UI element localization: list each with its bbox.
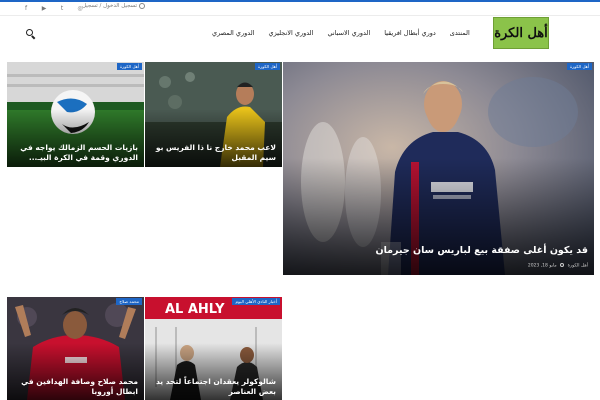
logo-text: أهل الكرة xyxy=(494,25,548,41)
article-category-badge[interactable]: أهل الكورة xyxy=(254,63,280,70)
facebook-icon[interactable]: f xyxy=(22,4,30,12)
nav-item-english-league[interactable]: الدوري الانجليزي xyxy=(262,27,321,39)
login-link[interactable]: تسجيل الدخول / تسجيل xyxy=(82,3,146,9)
social-links: f ▶ t ◎ xyxy=(22,4,84,12)
featured-overlay xyxy=(283,157,594,275)
article-title[interactable]: محمد صلاح وصافة الهدافين في ابطال أوروبا xyxy=(11,377,138,396)
article-title[interactable]: لاعب محمد خارج نا ذا الفريس بو سيم المقب… xyxy=(149,143,276,162)
svg-text:AL AHLY: AL AHLY xyxy=(165,302,225,317)
login-label: تسجيل الدخول / تسجيل xyxy=(82,3,138,9)
featured-title[interactable]: قد يكون أغلى صفقة بيع لباريس سان جيرمان xyxy=(287,245,589,257)
article-card[interactable]: أهل الكورة لاعب محمد خارج نا ذا الفريس ب… xyxy=(145,62,282,167)
article-card[interactable]: أهل الكورة بازيات الحسم الزمالك يواجه في… xyxy=(7,62,144,167)
article-title[interactable]: بازيات الحسم الزمالك يواجه في الدوري وقم… xyxy=(11,143,138,162)
article-card[interactable]: محمد صلاح محمد صلاح وصافة الهدافين في اب… xyxy=(7,297,144,400)
featured-date: مايو 18, 2023 xyxy=(527,263,557,268)
featured-meta: أهل الكورة مايو 18, 2023 xyxy=(527,262,588,268)
search-icon[interactable] xyxy=(26,29,36,40)
nav-item-egyptian-league[interactable]: الدوري المصري xyxy=(205,27,262,39)
nav-item-caf-champions[interactable]: دوري أبطال افريقيا xyxy=(377,27,443,39)
top-bar: f ▶ t ◎ تسجيل الدخول / تسجيل xyxy=(0,2,600,16)
article-card[interactable]: AL AHLY أخبار النادي الأهلي اليوم شالوكو… xyxy=(145,297,282,400)
twitter-icon[interactable]: t xyxy=(58,4,66,12)
article-category-badge[interactable]: محمد صلاح xyxy=(116,298,142,305)
site-logo[interactable]: أهل الكرة xyxy=(493,17,549,49)
article-category-badge[interactable]: أهل الكورة xyxy=(116,63,142,70)
nav-item-spanish-league[interactable]: الدوري الاسباني xyxy=(320,27,377,39)
nav-item-forum[interactable]: المنتدى xyxy=(443,27,477,39)
article-title[interactable]: شالوكولر يعقدان اجتماعاً لتحد يد بعض الع… xyxy=(149,377,276,396)
youtube-icon[interactable]: ▶ xyxy=(40,4,48,12)
site-header: الدوري المصري الدوري الانجليزي الدوري ال… xyxy=(0,17,600,51)
clock-icon xyxy=(560,262,565,267)
article-category-badge[interactable]: أخبار النادي الأهلي اليوم xyxy=(232,298,280,305)
featured-article[interactable]: أهل الكورة قد يكون أغلى صفقة بيع لباريس … xyxy=(283,62,594,275)
user-icon xyxy=(139,3,146,9)
featured-category-badge[interactable]: أهل الكورة xyxy=(566,63,592,70)
featured-author[interactable]: أهل الكورة xyxy=(568,263,588,268)
main-nav: الدوري المصري الدوري الانجليزي الدوري ال… xyxy=(205,27,477,39)
